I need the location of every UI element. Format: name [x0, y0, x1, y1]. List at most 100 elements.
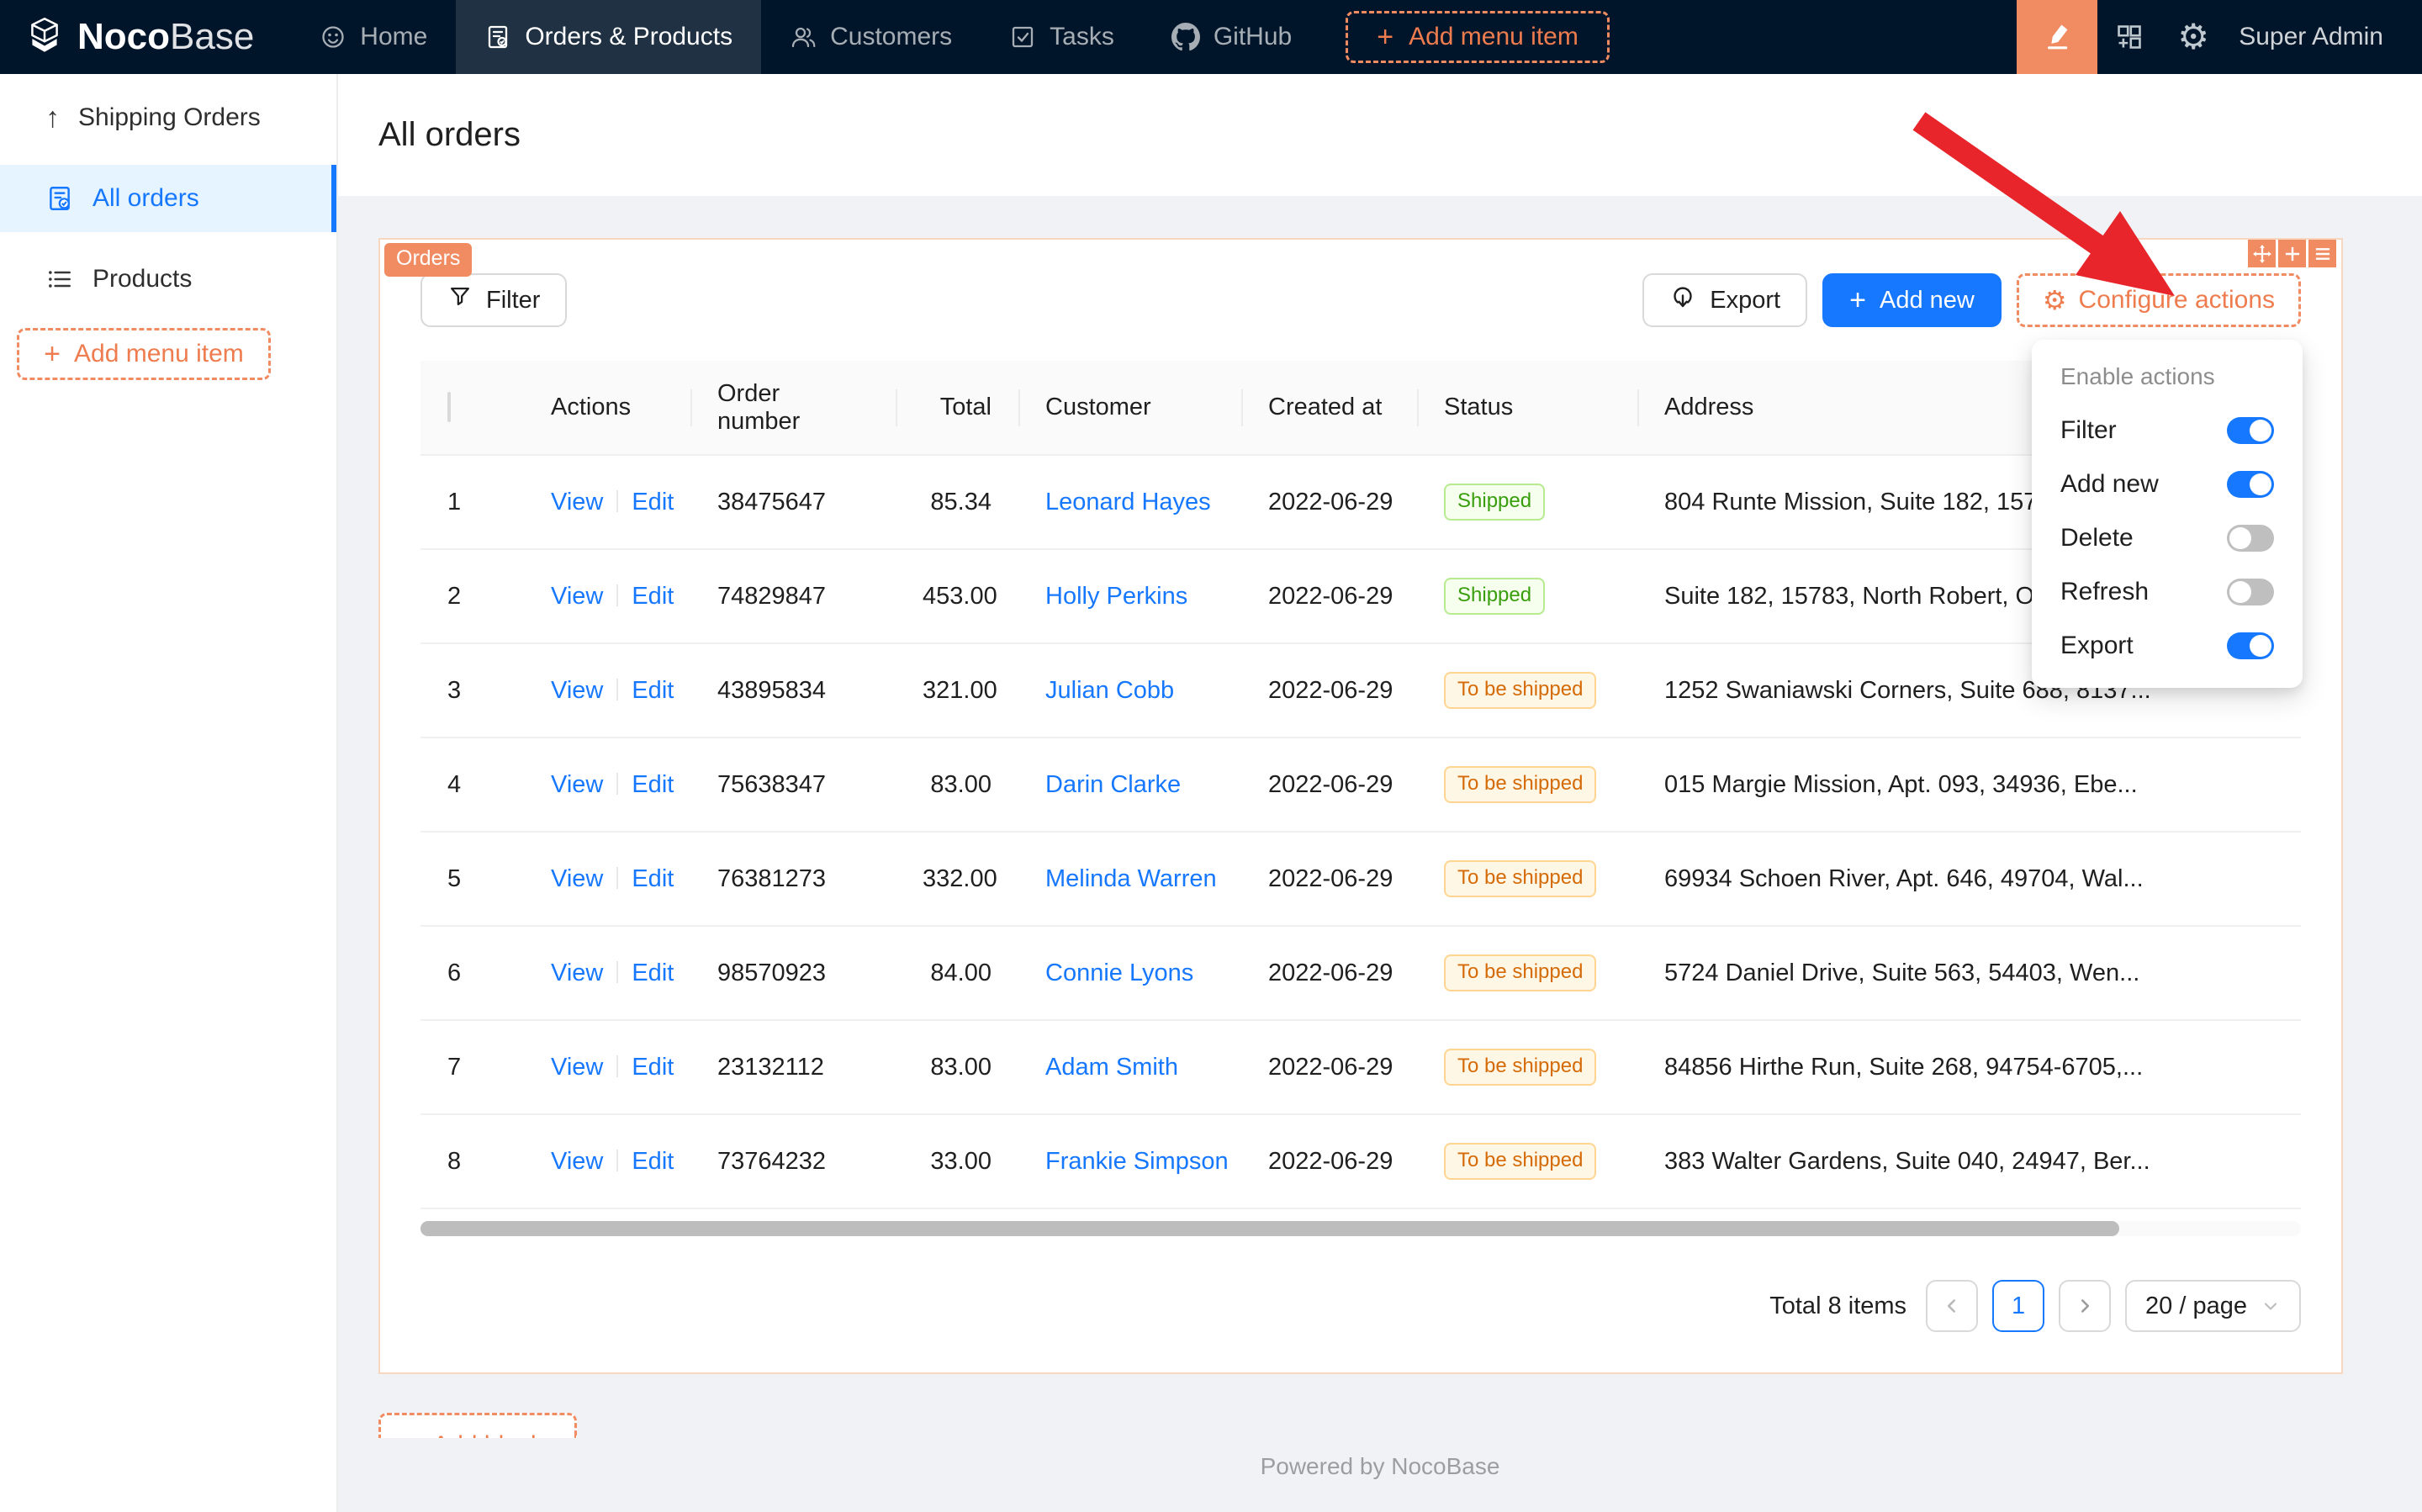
- view-link[interactable]: View: [551, 1148, 603, 1175]
- edit-link[interactable]: Edit: [632, 583, 674, 610]
- add-menu-item-button-top[interactable]: + Add menu item: [1346, 11, 1610, 63]
- total-cell: 83.00: [896, 1020, 1018, 1114]
- plugin-manager-icon[interactable]: [2097, 0, 2161, 74]
- customer-link[interactable]: Melinda Warren: [1045, 865, 1217, 892]
- export-toggle[interactable]: [2227, 632, 2274, 659]
- add-new-button[interactable]: + Add new: [1822, 273, 2002, 327]
- block-menu-icon[interactable]: [2308, 240, 2336, 267]
- filter-toggle[interactable]: [2227, 417, 2274, 444]
- user-menu[interactable]: Super Admin: [2225, 23, 2422, 51]
- customer-link[interactable]: Frankie Simpson: [1045, 1148, 1229, 1175]
- toolbar-actions: Export + Add new ⚙ Configure actions: [1642, 273, 2301, 327]
- nav-item-home[interactable]: Home: [291, 0, 456, 74]
- delete-toggle[interactable]: [2227, 525, 2274, 552]
- horizontal-scrollbar-thumb[interactable]: [420, 1221, 2119, 1236]
- customer-link[interactable]: Connie Lyons: [1045, 960, 1193, 986]
- select-all-checkbox[interactable]: [447, 392, 451, 422]
- order-number-cell: 75638347: [690, 737, 896, 832]
- enable-action-add-new[interactable]: Add new: [2049, 457, 2286, 511]
- enable-actions-dropdown: Enable actions Filter Add new Delete: [2032, 340, 2303, 688]
- view-link[interactable]: View: [551, 489, 603, 515]
- nav-item-orders-products[interactable]: Orders & Products: [456, 0, 761, 74]
- logo-text-primary: Noco: [77, 16, 170, 57]
- github-icon: [1171, 23, 1200, 51]
- view-link[interactable]: View: [551, 583, 603, 610]
- refresh-toggle[interactable]: [2227, 579, 2274, 605]
- view-link[interactable]: View: [551, 771, 603, 798]
- filter-button[interactable]: Filter: [420, 273, 567, 327]
- pagination-prev-button[interactable]: [1926, 1280, 1978, 1332]
- orders-table: Actions Order number Total Customer Crea…: [420, 361, 2301, 1236]
- logo[interactable]: NocoBase: [0, 14, 291, 61]
- chevron-left-icon: [1941, 1295, 1963, 1317]
- drag-move-icon[interactable]: [2248, 240, 2276, 267]
- page-size-select[interactable]: 20 / page: [2125, 1280, 2301, 1332]
- customer-link[interactable]: Julian Cobb: [1045, 677, 1174, 704]
- enable-action-export[interactable]: Export: [2049, 619, 2286, 673]
- select-all-header: [420, 361, 524, 455]
- enable-action-filter[interactable]: Filter: [2049, 404, 2286, 457]
- created-at-cell: 2022-06-29: [1241, 737, 1417, 832]
- address-cell: 5724 Daniel Drive, Suite 563, 54403, Wen…: [1637, 926, 2301, 1020]
- chevron-down-icon: [2261, 1296, 2281, 1316]
- add-menu-item-button-side[interactable]: + Add menu item: [17, 328, 271, 380]
- nav-item-customers[interactable]: Customers: [761, 0, 981, 74]
- edit-link[interactable]: Edit: [632, 677, 674, 704]
- view-link[interactable]: View: [551, 677, 603, 704]
- order-number-cell: 98570923: [690, 926, 896, 1020]
- enable-action-refresh[interactable]: Refresh: [2049, 565, 2286, 619]
- column-header-total: Total: [896, 361, 1018, 455]
- pagination-next-button[interactable]: [2059, 1280, 2111, 1332]
- arrow-up-icon: ↑: [45, 103, 60, 132]
- top-navbar: NocoBase Home Orders & Products Cust: [0, 0, 2422, 74]
- view-link[interactable]: View: [551, 960, 603, 986]
- sidebar-item-all-orders[interactable]: All orders: [0, 165, 336, 232]
- table-toolbar: Filter Export + Add new: [420, 273, 2301, 327]
- pagination-page-1[interactable]: 1: [1992, 1280, 2044, 1332]
- view-link[interactable]: View: [551, 1054, 603, 1081]
- sidebar: ↑ Shipping Orders All orders Products + …: [0, 74, 338, 1512]
- add-new-toggle[interactable]: [2227, 471, 2274, 498]
- status-badge: Shipped: [1444, 484, 1545, 521]
- edit-link[interactable]: Edit: [632, 1054, 674, 1081]
- column-header-actions: Actions: [524, 361, 690, 455]
- edit-link[interactable]: Edit: [632, 771, 674, 798]
- app-shell: ↑ Shipping Orders All orders Products + …: [0, 74, 2422, 1512]
- table-row: 7 ViewEdit 23132112 83.00 Adam Smith 202…: [420, 1020, 2301, 1114]
- sidebar-item-products[interactable]: Products: [0, 246, 336, 313]
- table-row: 2 ViewEdit 74829847 453.00 Holly Perkins…: [420, 549, 2301, 643]
- customer-link[interactable]: Holly Perkins: [1045, 583, 1187, 610]
- row-index: 6: [420, 926, 524, 1020]
- edit-link[interactable]: Edit: [632, 489, 674, 515]
- view-link[interactable]: View: [551, 865, 603, 892]
- tasks-check-square-icon: [1009, 24, 1036, 50]
- column-header-customer: Customer: [1018, 361, 1241, 455]
- configure-actions-button[interactable]: ⚙ Configure actions: [2017, 273, 2301, 327]
- row-index: 7: [420, 1020, 524, 1114]
- add-block-plus-icon[interactable]: [2278, 240, 2306, 267]
- row-index: 5: [420, 832, 524, 926]
- customer-link[interactable]: Adam Smith: [1045, 1054, 1178, 1081]
- nocobase-logo-icon: [24, 14, 66, 61]
- settings-gear-icon[interactable]: ⚙: [2161, 0, 2225, 74]
- nav-item-tasks[interactable]: Tasks: [981, 0, 1143, 74]
- edit-link[interactable]: Edit: [632, 865, 674, 892]
- pagination: Total 8 items 1 20 / page: [420, 1280, 2301, 1332]
- collection-tag: Orders: [384, 243, 472, 277]
- status-badge: To be shipped: [1444, 954, 1596, 991]
- created-at-cell: 2022-06-29: [1241, 832, 1417, 926]
- export-button[interactable]: Export: [1642, 273, 1807, 327]
- enable-action-delete[interactable]: Delete: [2049, 511, 2286, 565]
- customer-link[interactable]: Darin Clarke: [1045, 771, 1181, 798]
- total-cell: 84.00: [896, 926, 1018, 1020]
- nav-item-github[interactable]: GitHub: [1143, 0, 1320, 74]
- customer-link[interactable]: Leonard Hayes: [1045, 489, 1211, 515]
- add-block-button[interactable]: + Add block: [378, 1413, 577, 1438]
- sidebar-item-shipping-orders[interactable]: ↑ Shipping Orders: [0, 84, 336, 151]
- edit-link[interactable]: Edit: [632, 960, 674, 986]
- export-download-icon: [1669, 283, 1696, 317]
- ui-editor-button[interactable]: [2017, 0, 2097, 74]
- status-badge: To be shipped: [1444, 766, 1596, 803]
- filter-funnel-icon: [447, 284, 473, 316]
- edit-link[interactable]: Edit: [632, 1148, 674, 1175]
